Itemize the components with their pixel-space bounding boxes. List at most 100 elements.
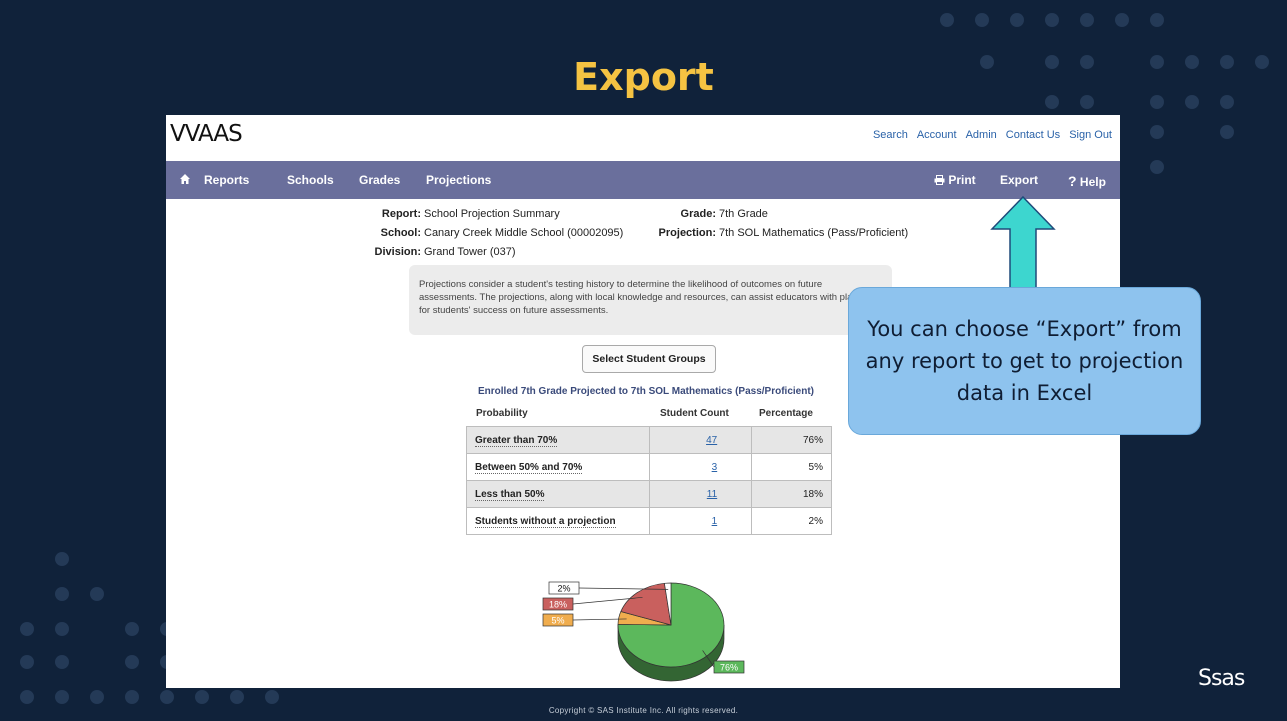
nav-grades[interactable]: Grades bbox=[359, 173, 400, 187]
pie-data-label: 76% bbox=[720, 663, 738, 673]
header-student-count: Student Count bbox=[660, 408, 729, 419]
decorative-dot bbox=[20, 622, 34, 636]
link-search[interactable]: Search bbox=[873, 129, 908, 141]
home-icon[interactable] bbox=[179, 173, 191, 185]
decorative-dot bbox=[975, 13, 989, 27]
decorative-dot bbox=[125, 655, 139, 669]
projection-table: Greater than 70% 47 76% Between 50% and … bbox=[465, 426, 832, 535]
projection-label: Projection: bbox=[658, 227, 716, 239]
category-cell: Greater than 70% bbox=[465, 426, 651, 454]
header-probability: Probability bbox=[476, 408, 528, 419]
decorative-dot bbox=[125, 690, 139, 704]
help-icon: ? bbox=[1068, 173, 1077, 189]
callout-box: You can choose “Export” from any report … bbox=[848, 287, 1201, 435]
decorative-dot bbox=[20, 690, 34, 704]
copyright: Copyright © SAS Institute Inc. All right… bbox=[548, 706, 739, 715]
decorative-dot bbox=[940, 13, 954, 27]
category-link[interactable]: Greater than 70% bbox=[475, 434, 558, 447]
table-title: Enrolled 7th Grade Projected to 7th SOL … bbox=[478, 386, 815, 397]
main-nav: Reports Schools Grades Projections Print… bbox=[166, 161, 1120, 199]
decorative-dot bbox=[1115, 13, 1129, 27]
decorative-dot bbox=[55, 655, 69, 669]
decorative-dot bbox=[230, 690, 244, 704]
slide-title: Export bbox=[573, 55, 714, 99]
decorative-dot bbox=[90, 587, 104, 601]
category-link[interactable]: Between 50% and 70% bbox=[475, 461, 583, 474]
slide: Export VVAAS Search Account Admin Contac… bbox=[0, 0, 1287, 721]
table-row: Between 50% and 70% 3 5% bbox=[465, 453, 832, 481]
grade-label: Grade: bbox=[680, 208, 716, 220]
count-cell: 11 bbox=[649, 480, 753, 508]
category-link[interactable]: Students without a projection bbox=[475, 515, 616, 528]
app-header: VVAAS Search Account Admin Contact Us Si… bbox=[166, 115, 1120, 161]
app-logo: VVAAS bbox=[170, 121, 243, 147]
print-button[interactable]: Print bbox=[934, 173, 976, 187]
top-links: Search Account Admin Contact Us Sign Out bbox=[873, 129, 1112, 141]
table-row: Greater than 70% 47 76% bbox=[465, 426, 832, 454]
report-label: Report: bbox=[381, 208, 421, 220]
decorative-dot bbox=[20, 655, 34, 669]
export-button[interactable]: Export bbox=[1000, 173, 1038, 187]
decorative-dot bbox=[125, 622, 139, 636]
percentage-cell: 18% bbox=[751, 480, 832, 508]
decorative-dot bbox=[55, 622, 69, 636]
percentage-cell: 76% bbox=[751, 426, 832, 454]
decorative-dot bbox=[55, 587, 69, 601]
count-link[interactable]: 3 bbox=[712, 462, 718, 473]
division-label: Division: bbox=[374, 246, 421, 258]
category-link[interactable]: Less than 50% bbox=[475, 488, 545, 501]
pie-data-label: 5% bbox=[551, 616, 564, 626]
category-cell: Students without a projection bbox=[465, 507, 651, 535]
link-contact-us[interactable]: Contact Us bbox=[1006, 129, 1060, 141]
up-arrow-icon bbox=[990, 195, 1056, 300]
info-box: Projections consider a student's testing… bbox=[409, 265, 892, 335]
table-row: Less than 50% 11 18% bbox=[465, 480, 832, 508]
decorative-dot bbox=[195, 690, 209, 704]
header-percentage: Percentage bbox=[759, 408, 813, 419]
decorative-dot bbox=[1220, 125, 1234, 139]
printer-icon bbox=[934, 175, 945, 185]
grade-value: 7th Grade bbox=[719, 208, 768, 220]
division-value: Grand Tower (037) bbox=[424, 246, 516, 258]
count-link[interactable]: 1 bbox=[712, 516, 718, 527]
category-cell: Less than 50% bbox=[465, 480, 651, 508]
school-value: Canary Creek Middle School (00002095) bbox=[424, 227, 624, 239]
decorative-dot bbox=[160, 690, 174, 704]
select-student-groups-button[interactable]: Select Student Groups bbox=[582, 345, 716, 373]
sas-logo: Ssas bbox=[1198, 666, 1245, 691]
report-value: School Projection Summary bbox=[424, 208, 560, 220]
percentage-cell: 2% bbox=[751, 507, 832, 535]
count-cell: 1 bbox=[649, 507, 753, 535]
decorative-dot bbox=[1045, 13, 1059, 27]
decorative-dot bbox=[55, 690, 69, 704]
category-cell: Between 50% and 70% bbox=[465, 453, 651, 481]
count-link[interactable]: 11 bbox=[707, 489, 717, 500]
percentage-cell: 5% bbox=[751, 453, 832, 481]
projection-value: 7th SOL Mathematics (Pass/Proficient) bbox=[719, 227, 909, 239]
nav-schools[interactable]: Schools bbox=[287, 173, 334, 187]
table-row: Students without a projection 1 2% bbox=[465, 507, 832, 535]
decorative-dot bbox=[90, 690, 104, 704]
count-link[interactable]: 47 bbox=[706, 435, 717, 446]
decorative-dot bbox=[55, 552, 69, 566]
print-label: Print bbox=[948, 173, 976, 187]
link-sign-out[interactable]: Sign Out bbox=[1069, 129, 1112, 141]
decorative-dot bbox=[1150, 160, 1164, 174]
help-button[interactable]: ? Help bbox=[1068, 173, 1106, 189]
count-cell: 47 bbox=[649, 426, 753, 454]
link-admin[interactable]: Admin bbox=[966, 129, 997, 141]
decorative-dot bbox=[1080, 13, 1094, 27]
decorative-dot bbox=[1150, 13, 1164, 27]
decorative-dot bbox=[1150, 125, 1164, 139]
pie-data-label: 18% bbox=[549, 600, 567, 610]
count-cell: 3 bbox=[649, 453, 753, 481]
link-account[interactable]: Account bbox=[917, 129, 957, 141]
school-label: School: bbox=[380, 227, 421, 239]
decorative-dot bbox=[1010, 13, 1024, 27]
decorative-dot bbox=[265, 690, 279, 704]
projection-pie-chart: 76% 5% 18% 2% bbox=[542, 581, 745, 682]
nav-reports[interactable]: Reports bbox=[204, 173, 249, 187]
nav-projections[interactable]: Projections bbox=[426, 173, 491, 187]
help-label: Help bbox=[1079, 175, 1106, 189]
pie-data-label: 2% bbox=[557, 584, 570, 594]
